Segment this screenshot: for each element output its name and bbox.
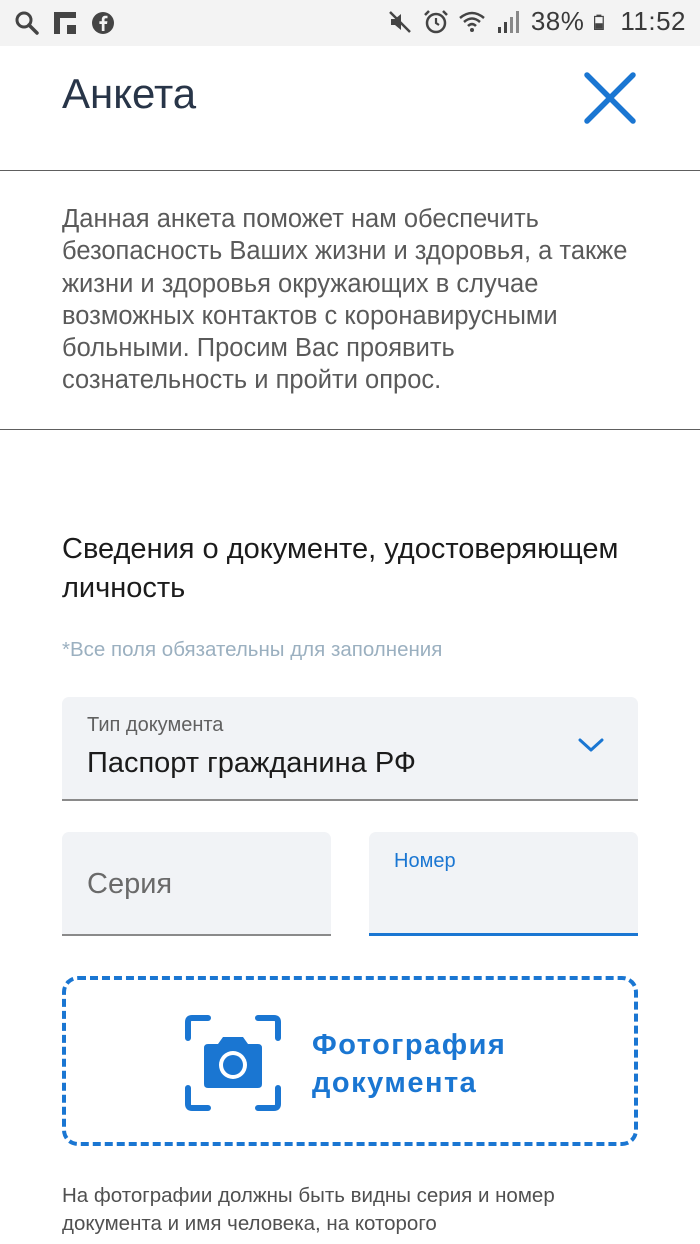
number-label: Номер — [394, 850, 456, 872]
camera-icon — [185, 1015, 281, 1111]
intro-text: Данная анкета поможет нам обеспечить без… — [62, 205, 628, 395]
alarm-icon — [423, 9, 448, 33]
document-photo-label: Фотография документа — [312, 1029, 507, 1099]
series-placeholder: Серия — [87, 868, 173, 900]
document-type-label: Тип документа — [87, 714, 224, 736]
close-icon[interactable] — [580, 68, 640, 128]
document-photo-button[interactable]: Фотография документа — [62, 976, 638, 1146]
series-field[interactable]: Серия — [62, 832, 331, 936]
document-type-value: Паспорт гражданина РФ — [87, 747, 416, 779]
clock: 11:52 — [620, 6, 686, 36]
number-field[interactable]: Номер — [369, 832, 638, 936]
battery-icon — [594, 14, 605, 30]
photo-hint: На фотографии должны быть видны серия и … — [62, 1184, 555, 1235]
flipboard-icon — [54, 12, 76, 34]
signal-icon — [497, 10, 519, 33]
document-type-select[interactable]: Тип документа Паспорт гражданина РФ — [62, 697, 638, 801]
battery-percent: 38% — [530, 6, 585, 36]
facebook-icon — [92, 12, 114, 34]
intro-section: Данная анкета поможет нам обеспечить без… — [0, 171, 700, 430]
wifi-icon — [459, 11, 485, 32]
mute-icon — [388, 10, 411, 33]
search-icon — [15, 11, 39, 35]
page-title: Анкета — [62, 70, 197, 117]
chevron-down-icon — [578, 738, 604, 752]
required-note: *Все поля обязательны для заполнения — [62, 638, 443, 661]
header: Анкета — [0, 46, 700, 171]
section-title: Сведения о документе, удостоверяющем лич… — [62, 533, 619, 604]
status-bar: 38% 11:52 — [0, 0, 700, 46]
